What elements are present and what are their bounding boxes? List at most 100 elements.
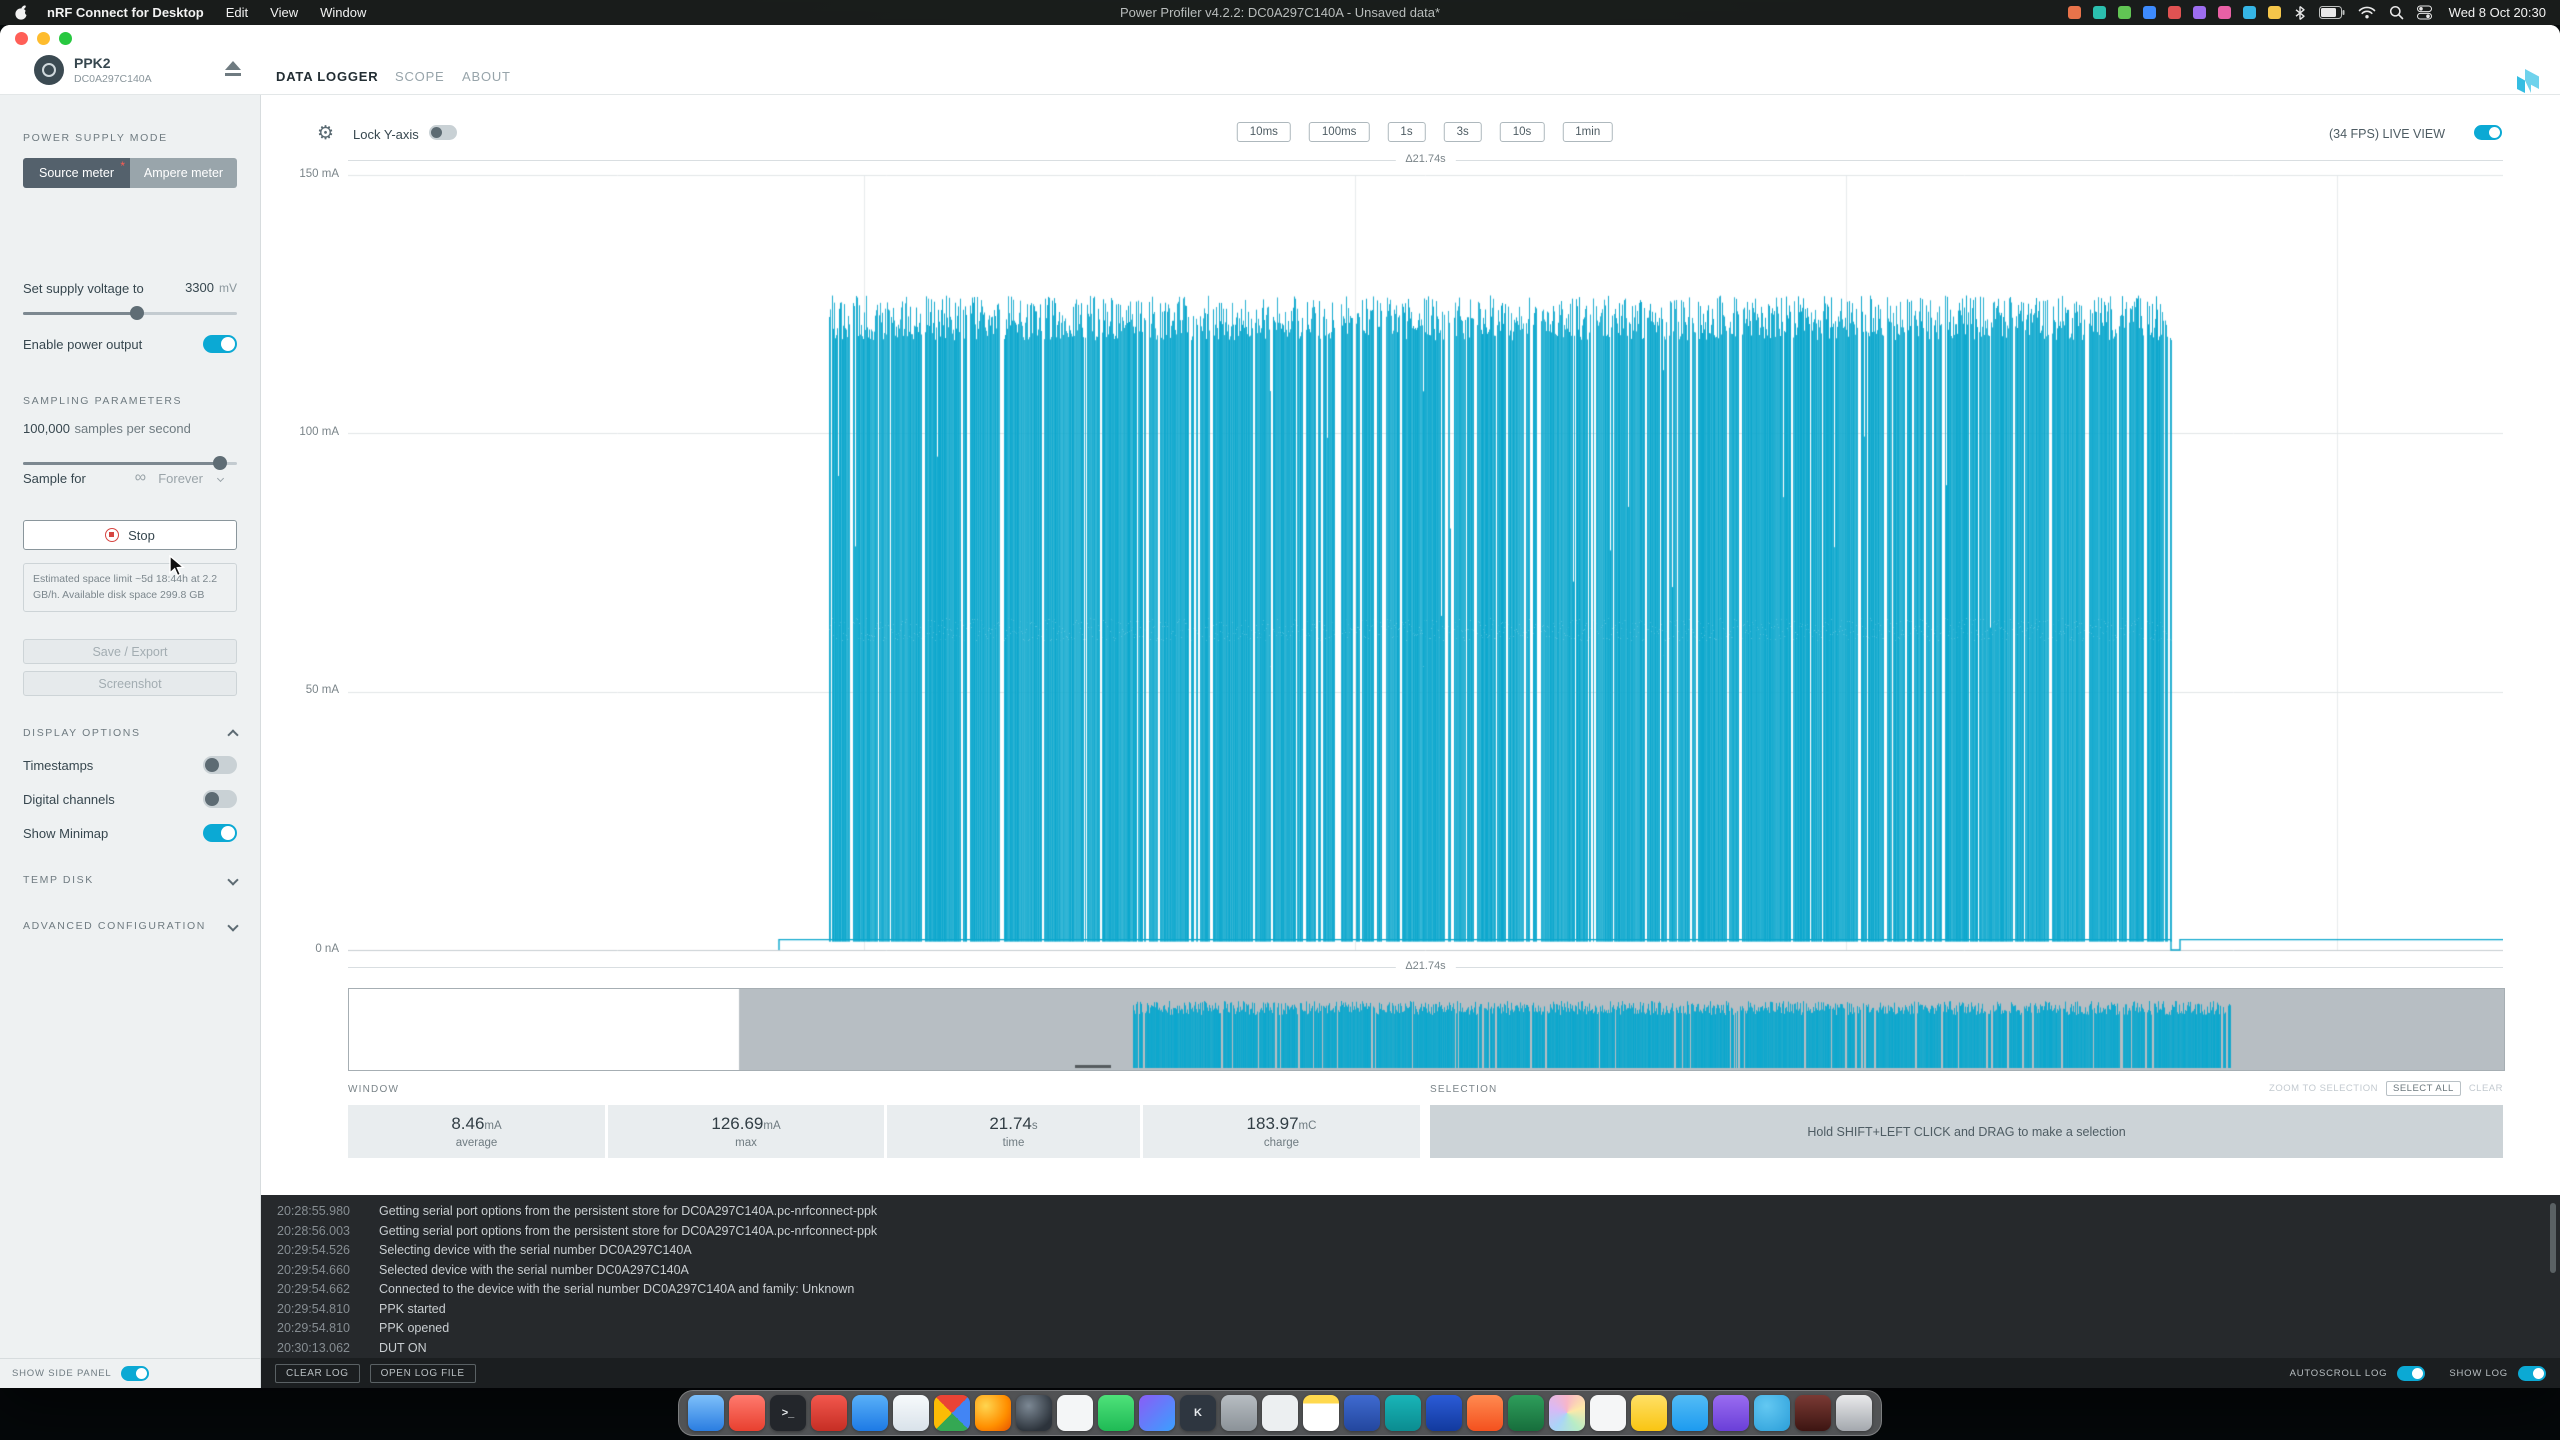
bluetooth-icon[interactable] xyxy=(2294,5,2306,21)
dock-icon[interactable] xyxy=(1713,1395,1749,1431)
menu-window[interactable]: Window xyxy=(320,5,366,20)
supply-voltage-value[interactable]: 3300 xyxy=(185,280,214,295)
dock-icon[interactable] xyxy=(1590,1395,1626,1431)
dock-icon[interactable] xyxy=(1426,1395,1462,1431)
menu-view[interactable]: View xyxy=(270,5,298,20)
time-window-button[interactable]: 3s xyxy=(1444,122,1482,142)
menubar-app-icon[interactable] xyxy=(2243,6,2256,19)
control-center-icon[interactable] xyxy=(2417,5,2432,20)
dock-icon[interactable] xyxy=(1467,1395,1503,1431)
menubar-app-icon[interactable] xyxy=(2068,6,2081,19)
dock-icon[interactable] xyxy=(1795,1395,1831,1431)
dock-icon[interactable] xyxy=(1344,1395,1380,1431)
dock-icon[interactable] xyxy=(1672,1395,1708,1431)
source-meter-button[interactable]: Source meter * xyxy=(23,158,130,188)
dock-icon[interactable]: >_ xyxy=(770,1395,806,1431)
supply-voltage-slider[interactable] xyxy=(23,306,237,320)
show-minimap-toggle[interactable] xyxy=(203,824,237,842)
show-side-panel-toggle[interactable] xyxy=(121,1366,149,1381)
digital-channels-label: Digital channels xyxy=(23,792,115,807)
dock-icon[interactable] xyxy=(1262,1395,1298,1431)
dock-icon[interactable] xyxy=(893,1395,929,1431)
menubar-app-icon[interactable] xyxy=(2218,6,2231,19)
dock-icon[interactable] xyxy=(1836,1395,1872,1431)
open-log-file-button[interactable]: OPEN LOG FILE xyxy=(370,1364,476,1383)
apple-menu-icon[interactable] xyxy=(14,4,29,21)
time-window-button[interactable]: 10ms xyxy=(1237,122,1291,142)
supply-voltage-slider-handle[interactable] xyxy=(130,306,144,320)
wifi-icon[interactable] xyxy=(2358,6,2376,19)
dock-icon[interactable] xyxy=(1057,1395,1093,1431)
minimize-window-button[interactable] xyxy=(37,32,50,45)
dock-icon[interactable] xyxy=(811,1395,847,1431)
chevron-up-icon xyxy=(227,729,238,740)
ampere-meter-button[interactable]: Ampere meter xyxy=(130,158,237,188)
tab-data-logger[interactable]: DATA LOGGER xyxy=(276,69,378,84)
select-all-button[interactable]: SELECT ALL xyxy=(2386,1081,2461,1096)
battery-icon[interactable] xyxy=(2319,6,2345,19)
sample-rate-slider[interactable] xyxy=(23,456,237,470)
spotlight-icon[interactable] xyxy=(2389,5,2404,20)
device-icon[interactable] xyxy=(34,55,64,85)
dock-icon[interactable] xyxy=(1016,1395,1052,1431)
minimap-canvas[interactable] xyxy=(348,988,2505,1071)
sample-rate-slider-handle[interactable] xyxy=(213,456,227,470)
time-window-button[interactable]: 1min xyxy=(1562,122,1613,142)
clear-selection-button[interactable]: CLEAR xyxy=(2469,1083,2503,1094)
menubar-clock[interactable]: Wed 8 Oct 20:30 xyxy=(2449,5,2546,20)
menubar-app-icon[interactable] xyxy=(2193,6,2206,19)
live-view-toggle[interactable] xyxy=(2474,125,2502,140)
menubar-app-icon[interactable] xyxy=(2093,6,2106,19)
advanced-configuration-header[interactable]: ADVANCED CONFIGURATION xyxy=(23,920,237,932)
tab-about[interactable]: ABOUT xyxy=(462,69,511,84)
dock-icon[interactable] xyxy=(1303,1395,1339,1431)
menubar-app-icon[interactable] xyxy=(2143,6,2156,19)
dock-icon[interactable] xyxy=(1385,1395,1421,1431)
device-name[interactable]: PPK2 xyxy=(74,55,111,71)
stop-button[interactable]: Stop xyxy=(23,520,237,550)
enable-power-output-toggle[interactable] xyxy=(203,335,237,353)
eject-device-icon[interactable] xyxy=(224,61,242,79)
dock-icon[interactable] xyxy=(729,1395,765,1431)
dock-icon[interactable] xyxy=(1139,1395,1175,1431)
main-chart-canvas[interactable] xyxy=(348,165,2503,960)
dock-icon[interactable] xyxy=(975,1395,1011,1431)
menu-edit[interactable]: Edit xyxy=(226,5,248,20)
time-window-button[interactable]: 10s xyxy=(1500,122,1545,142)
dock-icon[interactable] xyxy=(1754,1395,1790,1431)
app-menu[interactable]: nRF Connect for Desktop xyxy=(47,5,204,20)
zoom-window-button[interactable] xyxy=(59,32,72,45)
dock-icon[interactable]: K xyxy=(1180,1395,1216,1431)
dock-icon[interactable] xyxy=(688,1395,724,1431)
zoom-to-selection-button[interactable]: ZOOM TO SELECTION xyxy=(2269,1083,2378,1094)
dock-icon[interactable] xyxy=(1508,1395,1544,1431)
dock-icon[interactable] xyxy=(1098,1395,1134,1431)
dock-icon[interactable] xyxy=(1631,1395,1667,1431)
time-window-button[interactable]: 1s xyxy=(1387,122,1425,142)
temp-disk-header[interactable]: TEMP DISK xyxy=(23,874,237,886)
log-scrollbar[interactable] xyxy=(2550,1203,2556,1273)
menubar-app-icon[interactable] xyxy=(2118,6,2131,19)
close-window-button[interactable] xyxy=(15,32,28,45)
dock-icon[interactable] xyxy=(1549,1395,1585,1431)
dock-icon[interactable] xyxy=(852,1395,888,1431)
selection-hint-box[interactable]: Hold SHIFT+LEFT CLICK and DRAG to make a… xyxy=(1430,1105,2503,1158)
screenshot-button[interactable]: Screenshot xyxy=(23,671,237,696)
log-entry: 20:29:54.810PPK started xyxy=(261,1300,2560,1320)
time-window-button[interactable]: 100ms xyxy=(1309,122,1370,142)
digital-channels-toggle[interactable] xyxy=(203,790,237,808)
sample-duration-dropdown[interactable]: Forever xyxy=(158,471,203,486)
autoscroll-log-toggle[interactable] xyxy=(2397,1366,2425,1381)
tab-scope[interactable]: SCOPE xyxy=(395,69,445,84)
lock-y-axis-toggle[interactable] xyxy=(429,125,457,140)
menubar-app-icon[interactable] xyxy=(2268,6,2281,19)
display-options-header[interactable]: DISPLAY OPTIONS xyxy=(23,726,237,739)
menubar-app-icon[interactable] xyxy=(2168,6,2181,19)
dock-icon[interactable] xyxy=(934,1395,970,1431)
timestamps-toggle[interactable] xyxy=(203,756,237,774)
chart-settings-gear-icon[interactable]: ⚙ xyxy=(317,124,334,143)
clear-log-button[interactable]: CLEAR LOG xyxy=(275,1364,360,1383)
dock-icon[interactable] xyxy=(1221,1395,1257,1431)
save-export-button[interactable]: Save / Export xyxy=(23,639,237,664)
show-log-toggle[interactable] xyxy=(2518,1366,2546,1381)
